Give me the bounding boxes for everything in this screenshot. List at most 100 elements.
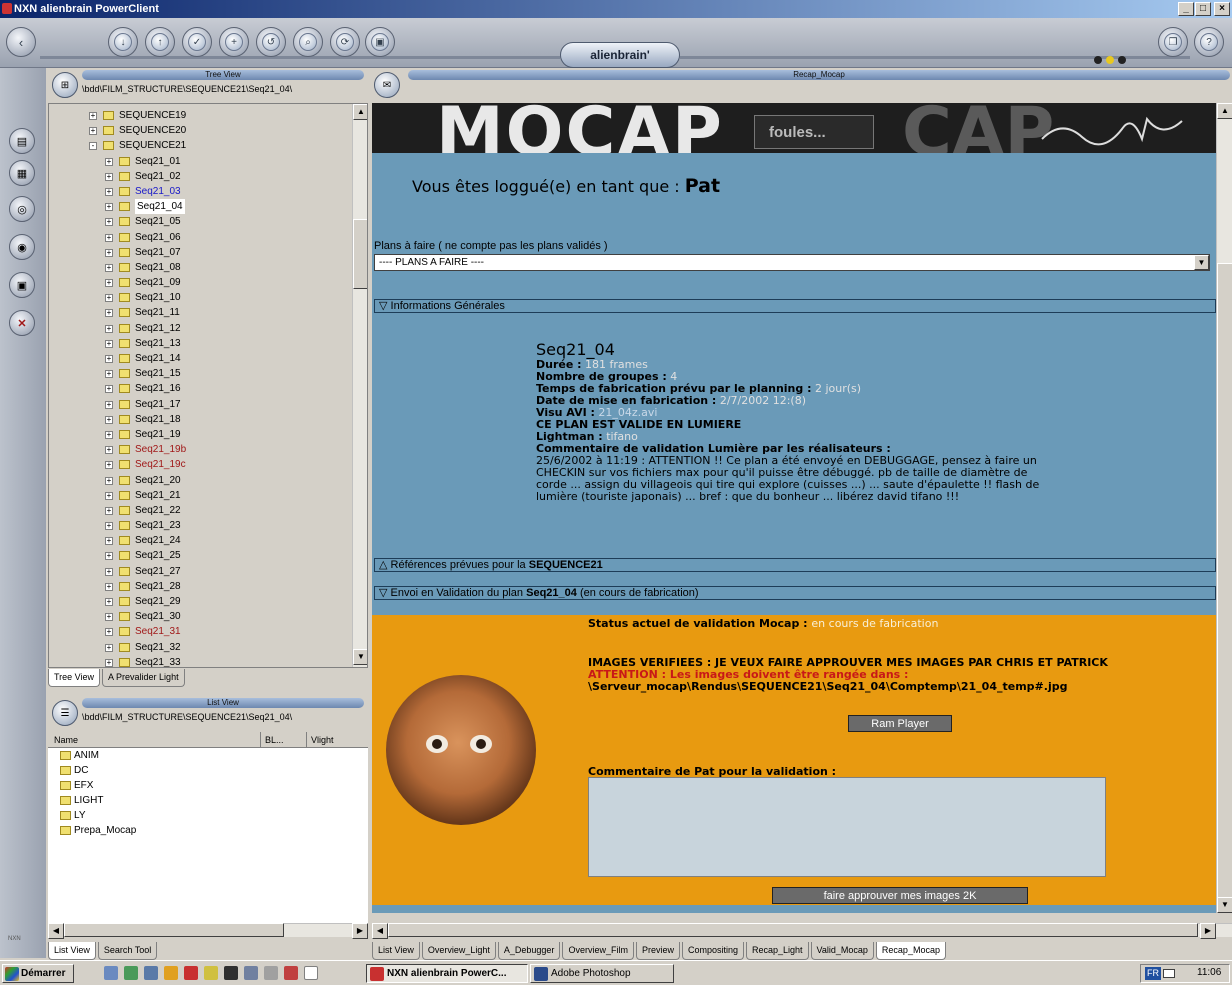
expand-icon[interactable]: + xyxy=(105,476,113,485)
tree-item[interactable]: + Seq21_09 xyxy=(49,275,349,290)
delete-button[interactable]: ✕ xyxy=(9,310,35,336)
tree-item[interactable]: + Seq21_08 xyxy=(49,260,349,275)
list-item[interactable]: LIGHT xyxy=(48,793,368,808)
expand-icon[interactable]: + xyxy=(105,491,113,500)
tab-valid-mocap[interactable]: Valid_Mocap xyxy=(810,942,874,960)
desktop-icon[interactable] xyxy=(104,966,118,980)
tree-item[interactable]: + Seq21_12 xyxy=(49,321,349,336)
tree-item[interactable]: + Seq21_19c xyxy=(49,457,349,472)
expand-icon[interactable]: + xyxy=(105,218,113,227)
minimize-button[interactable]: _ xyxy=(1178,2,1194,16)
tree-item[interactable]: + Seq21_31 xyxy=(49,624,349,639)
expand-icon[interactable]: + xyxy=(105,537,113,546)
scroll-up-arrow[interactable]: ▲ xyxy=(1217,103,1232,119)
help-button[interactable]: ? xyxy=(1194,27,1224,57)
section-references[interactable]: △ Références prévues pour la SEQUENCE21 xyxy=(374,558,1216,572)
calendar-icon[interactable] xyxy=(284,966,298,980)
tab-search-tool[interactable]: Search Tool xyxy=(97,942,158,960)
scroll-left-arrow[interactable]: ◀ xyxy=(48,923,64,939)
tab-recap-light[interactable]: Recap_Light xyxy=(746,942,809,960)
tree-item[interactable]: + Seq21_03 xyxy=(49,184,349,199)
expand-icon[interactable]: + xyxy=(105,294,113,303)
expand-icon[interactable]: + xyxy=(105,157,113,166)
new-file-button[interactable]: ▤ xyxy=(9,128,35,154)
approve-images-button[interactable]: faire approuver mes images 2K xyxy=(772,887,1028,904)
scroll-down-arrow[interactable]: ▼ xyxy=(1217,897,1232,913)
scroll-thumb[interactable] xyxy=(353,219,367,289)
acrobat-icon[interactable] xyxy=(184,966,198,980)
tree-item[interactable]: + Seq21_06 xyxy=(49,230,349,245)
comment-pat-textarea[interactable] xyxy=(588,777,1106,877)
help-quick-icon[interactable] xyxy=(204,966,218,980)
maximize-button[interactable]: □ xyxy=(1195,2,1211,16)
tree-item[interactable]: + Seq21_21 xyxy=(49,488,349,503)
tree-item[interactable]: + Seq21_13 xyxy=(49,336,349,351)
tree-item[interactable]: + Seq21_27 xyxy=(49,564,349,579)
toolbar-button-1[interactable]: ↓ xyxy=(108,27,138,57)
expand-icon[interactable]: + xyxy=(105,233,113,242)
scroll-left-arrow[interactable]: ◀ xyxy=(372,923,388,939)
outlook-icon[interactable] xyxy=(144,966,158,980)
list-item[interactable]: DC xyxy=(48,763,368,778)
toolbar-button-8[interactable]: ▣ xyxy=(365,27,395,57)
tree-item[interactable]: + Seq21_02 xyxy=(49,169,349,184)
media-icon[interactable] xyxy=(244,966,258,980)
expand-icon[interactable]: + xyxy=(105,172,113,181)
column-vlight[interactable]: Vlight xyxy=(306,732,334,748)
content-hscrollbar[interactable]: ◀ ▶ xyxy=(372,923,1232,939)
expand-icon[interactable]: + xyxy=(105,643,113,652)
tree-item[interactable]: + Seq21_19b xyxy=(49,442,349,457)
explorer-icon[interactable] xyxy=(124,966,138,980)
expand-icon[interactable]: + xyxy=(105,263,113,272)
expand-icon[interactable]: + xyxy=(105,248,113,257)
list-item[interactable]: Prepa_Mocap xyxy=(48,823,368,838)
list-item[interactable]: ANIM xyxy=(48,748,368,763)
expand-icon[interactable]: + xyxy=(89,127,97,136)
toolbar-button-7[interactable]: ⟳ xyxy=(330,27,360,57)
tree-item[interactable]: + Seq21_24 xyxy=(49,533,349,548)
toolbar-button-5[interactable]: ↺ xyxy=(256,27,286,57)
list-item[interactable]: LY xyxy=(48,808,368,823)
expand-icon[interactable]: + xyxy=(105,400,113,409)
terminal-icon[interactable] xyxy=(224,966,238,980)
tree-item[interactable]: + Seq21_17 xyxy=(49,397,349,412)
tree-item[interactable]: + Seq21_28 xyxy=(49,579,349,594)
expand-icon[interactable]: + xyxy=(105,582,113,591)
expand-icon[interactable]: + xyxy=(105,598,113,606)
expand-icon[interactable]: + xyxy=(105,385,113,394)
tree-item[interactable]: + Seq21_18 xyxy=(49,412,349,427)
tab-compositing[interactable]: Compositing xyxy=(681,942,744,960)
back-button[interactable]: ‹ xyxy=(6,27,36,57)
toolbar-button-2[interactable]: ↑ xyxy=(145,27,175,57)
expand-icon[interactable]: + xyxy=(89,112,97,120)
list-hscrollbar[interactable]: ◀ ▶ xyxy=(48,923,368,939)
expand-icon[interactable]: + xyxy=(105,309,113,318)
ie-icon[interactable] xyxy=(164,966,178,980)
expand-icon[interactable]: + xyxy=(105,415,113,424)
tab-overview-film[interactable]: Overview_Film xyxy=(562,942,634,960)
scroll-right-arrow[interactable]: ▶ xyxy=(1200,923,1216,939)
expand-icon[interactable]: + xyxy=(105,658,113,667)
mail-icon[interactable] xyxy=(1163,969,1175,978)
tree-item[interactable]: + Seq21_29 xyxy=(49,594,349,609)
tab-a-debugger[interactable]: A_Debugger xyxy=(497,942,561,960)
task-photoshop[interactable]: Adobe Photoshop xyxy=(530,964,674,983)
tree-scrollbar[interactable]: ▲ ▼ xyxy=(352,104,367,667)
toolbar-button-4[interactable]: + xyxy=(219,27,249,57)
new-folder-button[interactable]: ▦ xyxy=(9,160,35,186)
tree-item[interactable]: + Seq21_07 xyxy=(49,245,349,260)
expand-icon[interactable]: + xyxy=(105,446,113,455)
column-name[interactable]: Name xyxy=(54,732,78,748)
tree-item[interactable]: + Seq21_33 xyxy=(49,655,349,667)
ram-player-button[interactable]: Ram Player xyxy=(848,715,952,732)
plans-select[interactable]: ---- PLANS A FAIRE ---- ▼ xyxy=(374,254,1210,271)
tree-item[interactable]: + Seq21_10 xyxy=(49,290,349,305)
rename-button[interactable]: ▣ xyxy=(9,272,35,298)
column-bl[interactable]: BL... xyxy=(260,732,306,748)
tree-item[interactable]: + Seq21_05 xyxy=(49,214,349,229)
tree-item[interactable]: + SEQUENCE20 xyxy=(49,123,349,138)
link-button[interactable]: ◎ xyxy=(9,196,35,222)
expand-icon[interactable]: + xyxy=(105,339,113,348)
expand-icon[interactable]: + xyxy=(105,461,113,470)
expand-icon[interactable]: + xyxy=(105,430,113,439)
